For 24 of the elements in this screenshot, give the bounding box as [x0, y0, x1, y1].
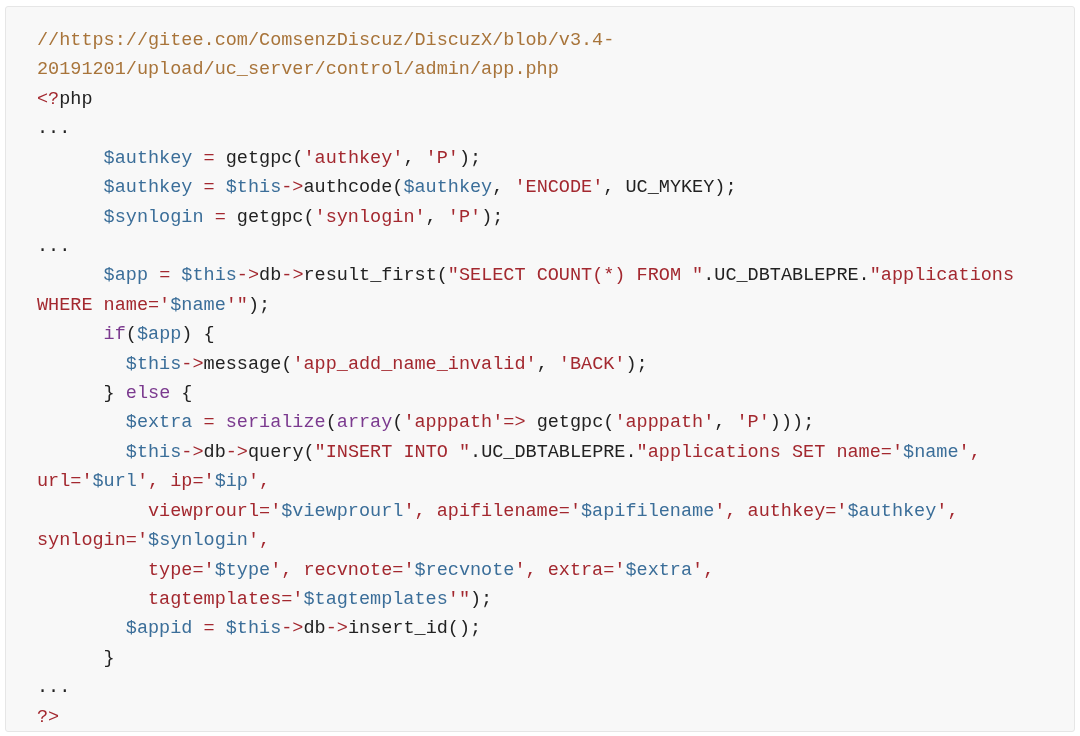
code-line: synlogin='$synlogin',: [37, 529, 271, 554]
code-line: } else {: [102, 382, 193, 407]
code-line: <?php: [37, 87, 93, 112]
code-line: ...: [37, 117, 71, 142]
code-line: }: [102, 646, 115, 671]
code-line: $extra = serialize(array('apppath'=> getgpc('apppath', 'P')));: [124, 411, 815, 436]
code-line: $this->message('app_add_name_invalid', 'BACK');: [124, 352, 648, 377]
code-line: url='$url', ip='$ip',: [37, 470, 271, 495]
code-line: $synlogin = getgpc('synlogin', 'P');: [102, 205, 504, 230]
code-line: $appid = $this->db->insert_id();: [124, 617, 482, 642]
code-line: $authkey = getgpc('authkey', 'P');: [102, 146, 482, 171]
code-line: $authkey = $this->authcode($authkey, 'ENCODE', UC_MYKEY);: [102, 176, 737, 201]
code-line: ?>: [37, 705, 60, 730]
code-line: $this->db->query("INSERT INTO ".UC_DBTABLEPRE."applications SET name='$name',: [124, 440, 981, 465]
code-line: type='$type', recvnote='$recvnote', extra='$extra',: [147, 558, 715, 583]
code-line: WHERE name='$name'");: [37, 293, 271, 318]
code-line: if($app) {: [102, 323, 215, 348]
code-line: $app = $this->db->result_first("SELECT COUNT(*) FROM ".UC_DBTABLEPRE."applications: [102, 264, 1015, 289]
code-line: 20191201/upload/uc_server/control/admin/app.php: [37, 58, 559, 83]
code-line: tagtemplates='$tagtemplates'");: [147, 588, 493, 612]
code-line: //https://gitee.com/ComsenzDiscuz/DiscuzX/blob/v3.4-: [37, 29, 615, 53]
code-line: viewprourl='$viewprourl', apifilename='$apifilename', authkey='$authkey',: [147, 499, 959, 524]
code-line: ...: [37, 676, 71, 701]
code-line: ...: [37, 234, 71, 259]
